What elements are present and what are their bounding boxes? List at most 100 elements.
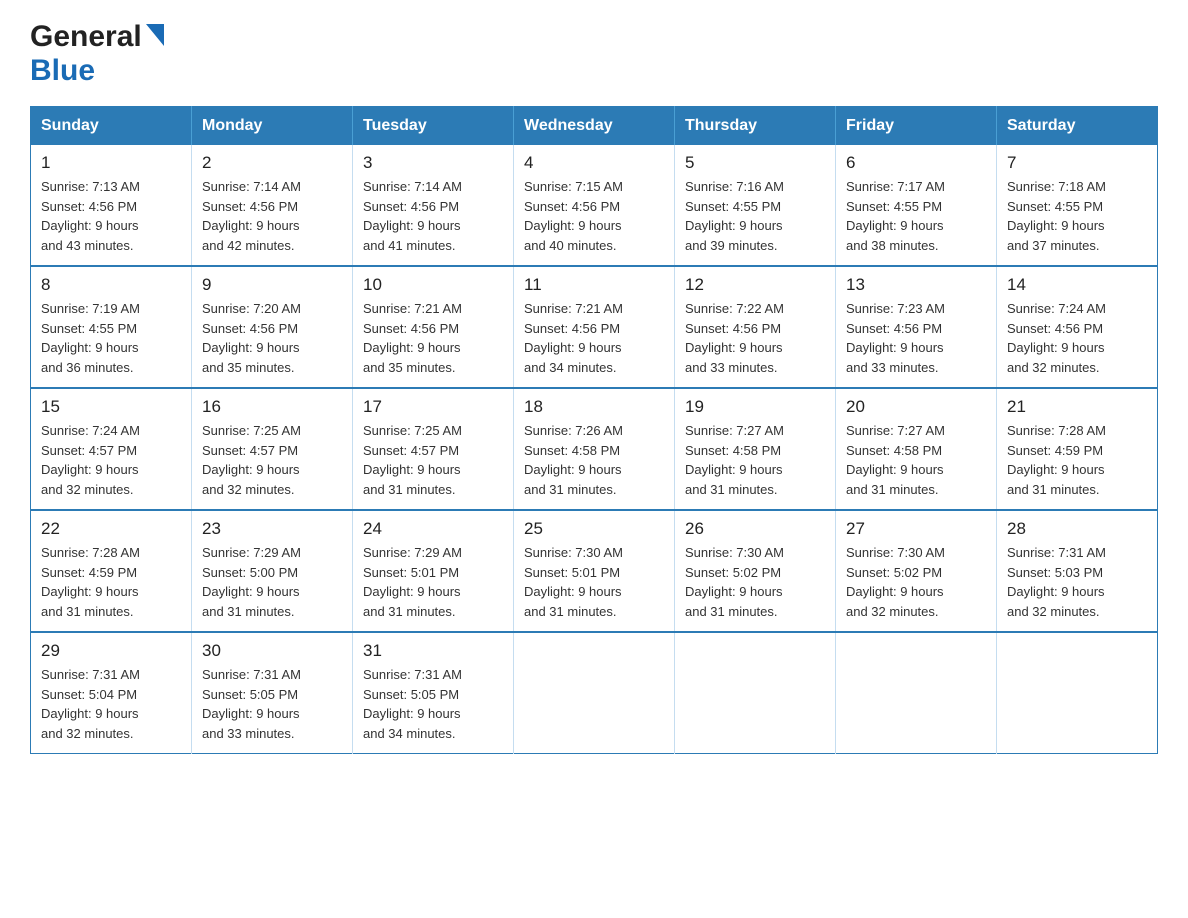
day-info: Sunrise: 7:27 AM Sunset: 4:58 PM Dayligh… [685,421,825,499]
day-info: Sunrise: 7:31 AM Sunset: 5:03 PM Dayligh… [1007,543,1147,621]
calendar-cell: 31 Sunrise: 7:31 AM Sunset: 5:05 PM Dayl… [353,632,514,754]
calendar-cell [514,632,675,754]
day-number: 23 [202,519,342,539]
calendar-cell: 28 Sunrise: 7:31 AM Sunset: 5:03 PM Dayl… [997,510,1158,632]
calendar-cell: 20 Sunrise: 7:27 AM Sunset: 4:58 PM Dayl… [836,388,997,510]
day-number: 8 [41,275,181,295]
day-info: Sunrise: 7:19 AM Sunset: 4:55 PM Dayligh… [41,299,181,377]
day-info: Sunrise: 7:29 AM Sunset: 5:00 PM Dayligh… [202,543,342,621]
day-info: Sunrise: 7:28 AM Sunset: 4:59 PM Dayligh… [1007,421,1147,499]
calendar-cell: 5 Sunrise: 7:16 AM Sunset: 4:55 PM Dayli… [675,145,836,266]
calendar-cell: 27 Sunrise: 7:30 AM Sunset: 5:02 PM Dayl… [836,510,997,632]
day-info: Sunrise: 7:31 AM Sunset: 5:04 PM Dayligh… [41,665,181,743]
calendar-cell: 7 Sunrise: 7:18 AM Sunset: 4:55 PM Dayli… [997,145,1158,266]
day-info: Sunrise: 7:28 AM Sunset: 4:59 PM Dayligh… [41,543,181,621]
day-info: Sunrise: 7:27 AM Sunset: 4:58 PM Dayligh… [846,421,986,499]
day-number: 7 [1007,153,1147,173]
day-info: Sunrise: 7:24 AM Sunset: 4:57 PM Dayligh… [41,421,181,499]
calendar-cell: 13 Sunrise: 7:23 AM Sunset: 4:56 PM Dayl… [836,266,997,388]
day-number: 6 [846,153,986,173]
calendar-cell: 23 Sunrise: 7:29 AM Sunset: 5:00 PM Dayl… [192,510,353,632]
day-info: Sunrise: 7:17 AM Sunset: 4:55 PM Dayligh… [846,177,986,255]
calendar-cell [675,632,836,754]
calendar-cell: 8 Sunrise: 7:19 AM Sunset: 4:55 PM Dayli… [31,266,192,388]
calendar-cell: 1 Sunrise: 7:13 AM Sunset: 4:56 PM Dayli… [31,145,192,266]
weekday-header-friday: Friday [836,107,997,146]
day-info: Sunrise: 7:22 AM Sunset: 4:56 PM Dayligh… [685,299,825,377]
weekday-header-monday: Monday [192,107,353,146]
logo-general-text: General [30,20,142,54]
day-info: Sunrise: 7:20 AM Sunset: 4:56 PM Dayligh… [202,299,342,377]
weekday-header-saturday: Saturday [997,107,1158,146]
day-info: Sunrise: 7:24 AM Sunset: 4:56 PM Dayligh… [1007,299,1147,377]
day-info: Sunrise: 7:13 AM Sunset: 4:56 PM Dayligh… [41,177,181,255]
day-info: Sunrise: 7:31 AM Sunset: 5:05 PM Dayligh… [363,665,503,743]
day-info: Sunrise: 7:16 AM Sunset: 4:55 PM Dayligh… [685,177,825,255]
calendar-table: SundayMondayTuesdayWednesdayThursdayFrid… [30,106,1158,754]
day-info: Sunrise: 7:30 AM Sunset: 5:01 PM Dayligh… [524,543,664,621]
day-number: 11 [524,275,664,295]
day-info: Sunrise: 7:25 AM Sunset: 4:57 PM Dayligh… [363,421,503,499]
day-number: 17 [363,397,503,417]
calendar-week-row: 15 Sunrise: 7:24 AM Sunset: 4:57 PM Dayl… [31,388,1158,510]
day-info: Sunrise: 7:30 AM Sunset: 5:02 PM Dayligh… [846,543,986,621]
calendar-cell: 19 Sunrise: 7:27 AM Sunset: 4:58 PM Dayl… [675,388,836,510]
day-number: 5 [685,153,825,173]
calendar-cell: 18 Sunrise: 7:26 AM Sunset: 4:58 PM Dayl… [514,388,675,510]
logo-blue-text: Blue [30,54,95,87]
weekday-header-wednesday: Wednesday [514,107,675,146]
calendar-cell: 30 Sunrise: 7:31 AM Sunset: 5:05 PM Dayl… [192,632,353,754]
day-number: 18 [524,397,664,417]
day-number: 15 [41,397,181,417]
day-number: 30 [202,641,342,661]
day-number: 26 [685,519,825,539]
day-info: Sunrise: 7:21 AM Sunset: 4:56 PM Dayligh… [363,299,503,377]
calendar-cell: 12 Sunrise: 7:22 AM Sunset: 4:56 PM Dayl… [675,266,836,388]
day-number: 29 [41,641,181,661]
calendar-cell: 16 Sunrise: 7:25 AM Sunset: 4:57 PM Dayl… [192,388,353,510]
calendar-cell: 14 Sunrise: 7:24 AM Sunset: 4:56 PM Dayl… [997,266,1158,388]
weekday-header-tuesday: Tuesday [353,107,514,146]
calendar-week-row: 8 Sunrise: 7:19 AM Sunset: 4:55 PM Dayli… [31,266,1158,388]
day-info: Sunrise: 7:14 AM Sunset: 4:56 PM Dayligh… [363,177,503,255]
calendar-cell: 29 Sunrise: 7:31 AM Sunset: 5:04 PM Dayl… [31,632,192,754]
calendar-cell: 26 Sunrise: 7:30 AM Sunset: 5:02 PM Dayl… [675,510,836,632]
calendar-week-row: 29 Sunrise: 7:31 AM Sunset: 5:04 PM Dayl… [31,632,1158,754]
day-info: Sunrise: 7:23 AM Sunset: 4:56 PM Dayligh… [846,299,986,377]
day-number: 20 [846,397,986,417]
day-number: 9 [202,275,342,295]
page-header: General Blue [30,20,1158,88]
calendar-cell: 22 Sunrise: 7:28 AM Sunset: 4:59 PM Dayl… [31,510,192,632]
calendar-cell [836,632,997,754]
day-number: 27 [846,519,986,539]
calendar-week-row: 1 Sunrise: 7:13 AM Sunset: 4:56 PM Dayli… [31,145,1158,266]
day-info: Sunrise: 7:15 AM Sunset: 4:56 PM Dayligh… [524,177,664,255]
day-number: 3 [363,153,503,173]
day-number: 25 [524,519,664,539]
day-number: 4 [524,153,664,173]
calendar-cell: 6 Sunrise: 7:17 AM Sunset: 4:55 PM Dayli… [836,145,997,266]
calendar-cell: 25 Sunrise: 7:30 AM Sunset: 5:01 PM Dayl… [514,510,675,632]
calendar-week-row: 22 Sunrise: 7:28 AM Sunset: 4:59 PM Dayl… [31,510,1158,632]
calendar-cell: 15 Sunrise: 7:24 AM Sunset: 4:57 PM Dayl… [31,388,192,510]
logo-triangle-icon [146,24,164,51]
day-number: 28 [1007,519,1147,539]
day-info: Sunrise: 7:30 AM Sunset: 5:02 PM Dayligh… [685,543,825,621]
day-number: 14 [1007,275,1147,295]
calendar-cell: 17 Sunrise: 7:25 AM Sunset: 4:57 PM Dayl… [353,388,514,510]
day-number: 21 [1007,397,1147,417]
day-number: 10 [363,275,503,295]
calendar-cell: 24 Sunrise: 7:29 AM Sunset: 5:01 PM Dayl… [353,510,514,632]
calendar-cell: 4 Sunrise: 7:15 AM Sunset: 4:56 PM Dayli… [514,145,675,266]
day-number: 19 [685,397,825,417]
day-number: 22 [41,519,181,539]
day-info: Sunrise: 7:14 AM Sunset: 4:56 PM Dayligh… [202,177,342,255]
day-info: Sunrise: 7:26 AM Sunset: 4:58 PM Dayligh… [524,421,664,499]
day-info: Sunrise: 7:25 AM Sunset: 4:57 PM Dayligh… [202,421,342,499]
weekday-header-row: SundayMondayTuesdayWednesdayThursdayFrid… [31,107,1158,146]
weekday-header-sunday: Sunday [31,107,192,146]
calendar-cell: 10 Sunrise: 7:21 AM Sunset: 4:56 PM Dayl… [353,266,514,388]
day-number: 1 [41,153,181,173]
day-number: 16 [202,397,342,417]
calendar-cell: 9 Sunrise: 7:20 AM Sunset: 4:56 PM Dayli… [192,266,353,388]
